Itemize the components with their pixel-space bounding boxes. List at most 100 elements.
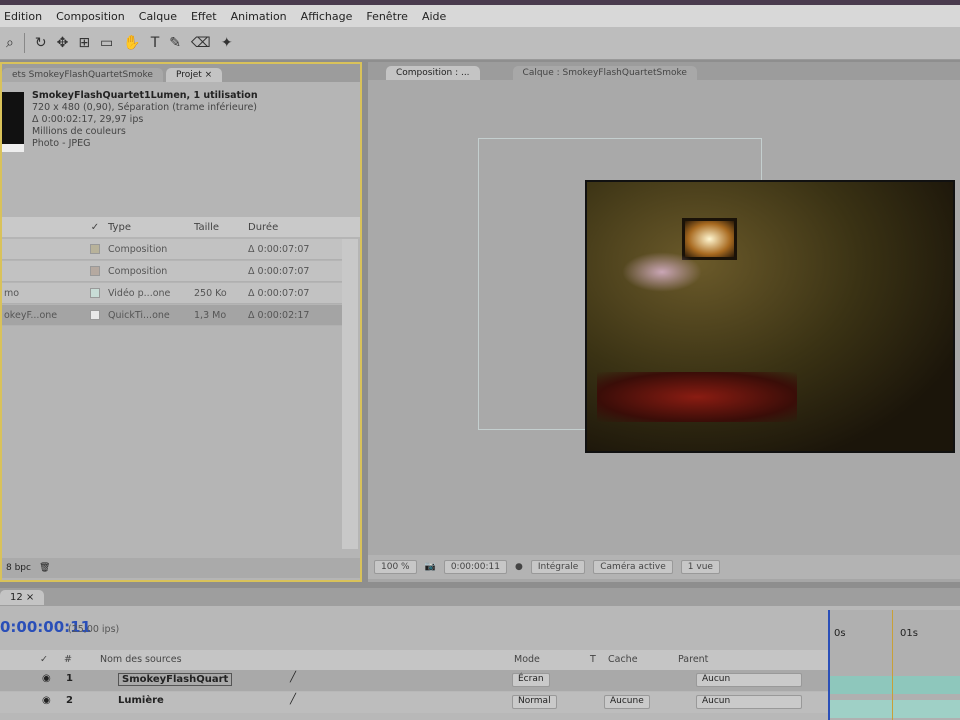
tab-project[interactable]: Projet × [165, 68, 223, 82]
type-column[interactable]: Type [108, 222, 194, 233]
ruler-label: 01s [900, 628, 918, 639]
item-name: mo [4, 287, 20, 299]
menu-bar: Edition Composition Calque Effet Animati… [0, 5, 960, 27]
parent-column: Parent [678, 654, 709, 665]
bpc-label[interactable]: 8 bpc [6, 563, 31, 573]
layer-name[interactable]: SmokeyFlashQuart [118, 673, 233, 686]
current-time-field[interactable]: 0:00:00:11 [443, 560, 507, 574]
item-type: QuickTi...one [108, 309, 170, 321]
puppet-icon[interactable]: ✦ [221, 35, 233, 51]
ruler-label: 0s [834, 628, 846, 639]
item-type: Composition [108, 265, 168, 277]
matte-dropdown[interactable]: Aucune [604, 695, 650, 709]
camera-orbit-icon[interactable]: ✥ [57, 35, 69, 51]
matte-column: Cache [608, 654, 638, 665]
mask-icon[interactable]: ▭ [100, 35, 113, 51]
project-scrollbar[interactable] [342, 239, 358, 549]
mode-column: Mode [514, 654, 540, 665]
menu-affichage[interactable]: Affichage [301, 10, 353, 23]
label-swatch[interactable] [90, 288, 100, 298]
camera-dropdown[interactable]: Caméra active [593, 560, 673, 574]
parent-dropdown[interactable]: Aucun [696, 673, 802, 687]
t-column: T [590, 654, 596, 665]
text-icon[interactable]: T [151, 35, 160, 51]
rotate-icon[interactable]: ↻ [35, 35, 47, 51]
channel-icon[interactable]: ● [515, 562, 523, 572]
footage-info: SmokeyFlashQuartet1Lumen, 1 utilisation … [32, 90, 258, 150]
menu-aide[interactable]: Aide [422, 10, 446, 23]
project-tabs: ets SmokeyFlashQuartetSmoke Projet × [2, 64, 360, 82]
menu-effet[interactable]: Effet [191, 10, 217, 23]
trash-icon[interactable]: 🗑 [39, 563, 50, 573]
timeline-fps: (25,00 ips) [68, 624, 120, 635]
project-row[interactable]: okeyF...one QuickTi...one 1,3 Mo Δ 0:00:02:… [2, 305, 342, 326]
source-name-column[interactable]: Nom des sources [100, 654, 182, 665]
label-icon: ✓ [40, 654, 48, 665]
item-size: 250 Ko [194, 287, 227, 299]
footage-format: Photo - JPEG [32, 138, 91, 149]
layer-bar[interactable] [830, 700, 960, 718]
zoom-icon[interactable]: ⌕ [6, 35, 14, 51]
mode-dropdown[interactable]: Écran [512, 673, 550, 687]
num-column: # [64, 654, 72, 665]
menu-animation[interactable]: Animation [231, 10, 287, 23]
viewer-controls: 100 % 📷 0:00:00:11 ● Intégrale Caméra ac… [368, 555, 960, 579]
tab-timeline[interactable]: 12 × [0, 590, 45, 605]
label-swatch[interactable] [90, 310, 100, 320]
project-row[interactable]: mo Vidéo p...one 250 Ko Δ 0:00:07:07 [2, 283, 342, 304]
red-fabric [597, 372, 797, 422]
composition-panel: Composition : ... Calque : SmokeyFlashQu… [368, 62, 960, 582]
layer-row[interactable]: ◉ 1 SmokeyFlashQuart ╱ Écran Aucun [0, 670, 828, 691]
label-swatch[interactable] [90, 266, 100, 276]
project-row[interactable]: Composition Δ 0:00:07:07 [2, 239, 342, 260]
mode-dropdown[interactable]: Normal [512, 695, 557, 709]
views-dropdown[interactable]: 1 vue [680, 560, 720, 574]
tools-toolbar: ⌕ ↻ ✥ ⊞ ▭ ✋ T ✎ ⌫ ✦ [0, 27, 960, 60]
menu-fenetre[interactable]: Fenêtre [366, 10, 408, 23]
timeline-tabs: 12 × [0, 588, 960, 606]
eye-icon[interactable]: ◉ [42, 695, 51, 706]
menu-composition[interactable]: Composition [56, 10, 125, 23]
magnification-dropdown[interactable]: 100 % [374, 560, 417, 574]
project-row[interactable]: Composition Δ 0:00:07:07 [2, 261, 342, 282]
layer-header: ✓ # Nom des sources Mode T Cache Parent [0, 650, 828, 670]
eye-icon[interactable]: ◉ [42, 673, 51, 684]
layer-row[interactable]: ◉ 2 Lumière ╱ Normal Aucune Aucun [0, 692, 828, 713]
duration-column[interactable]: Durée [248, 222, 338, 233]
item-duration: Δ 0:00:07:07 [248, 243, 310, 255]
current-time-indicator[interactable] [892, 610, 893, 720]
eraser-icon[interactable]: ⌫ [191, 35, 211, 51]
project-footer: 8 bpc 🗑 [2, 558, 360, 578]
hand-icon[interactable]: ✋ [123, 35, 140, 51]
pen-icon[interactable]: ✎ [169, 35, 181, 51]
size-column[interactable]: Taille [194, 222, 248, 233]
comp-tabs: Composition : ... Calque : SmokeyFlashQu… [368, 62, 960, 80]
pen-switch-icon[interactable]: ╱ [290, 672, 296, 683]
smoke [622, 252, 702, 292]
tab-composition[interactable]: Composition : ... [386, 66, 480, 80]
footage-layer[interactable] [585, 180, 955, 453]
layer-bar[interactable] [830, 676, 960, 694]
menu-edition[interactable]: Edition [4, 10, 42, 23]
composition-viewer[interactable] [368, 80, 960, 555]
project-panel: ets SmokeyFlashQuartetSmoke Projet × Smo… [0, 62, 362, 582]
layer-name[interactable]: Lumière [118, 695, 164, 706]
pan-behind-icon[interactable]: ⊞ [78, 35, 90, 51]
snapshot-icon[interactable]: 📷 [425, 562, 436, 572]
tab-effects[interactable]: ets SmokeyFlashQuartetSmoke [2, 68, 163, 82]
layer-number: 1 [66, 673, 73, 684]
item-name: okeyF...one [4, 309, 58, 321]
pen-switch-icon[interactable]: ╱ [290, 694, 296, 705]
tab-layer[interactable]: Calque : SmokeyFlashQuartetSmoke [512, 66, 697, 80]
footage-colors: Millions de couleurs [32, 126, 126, 137]
timeline-panel: 12 × 0:00:00:11 (25,00 ips) ✓ # Nom des … [0, 588, 960, 720]
item-type: Vidéo p...one [108, 287, 171, 299]
menu-calque[interactable]: Calque [139, 10, 177, 23]
parent-dropdown[interactable]: Aucun [696, 695, 802, 709]
item-size: 1,3 Mo [194, 309, 227, 321]
label-column-icon[interactable]: ✓ [82, 222, 108, 233]
resolution-dropdown[interactable]: Intégrale [530, 560, 586, 574]
item-duration: Δ 0:00:07:07 [248, 265, 310, 277]
label-swatch[interactable] [90, 244, 100, 254]
time-ruler[interactable]: 0s 01s [828, 610, 960, 720]
